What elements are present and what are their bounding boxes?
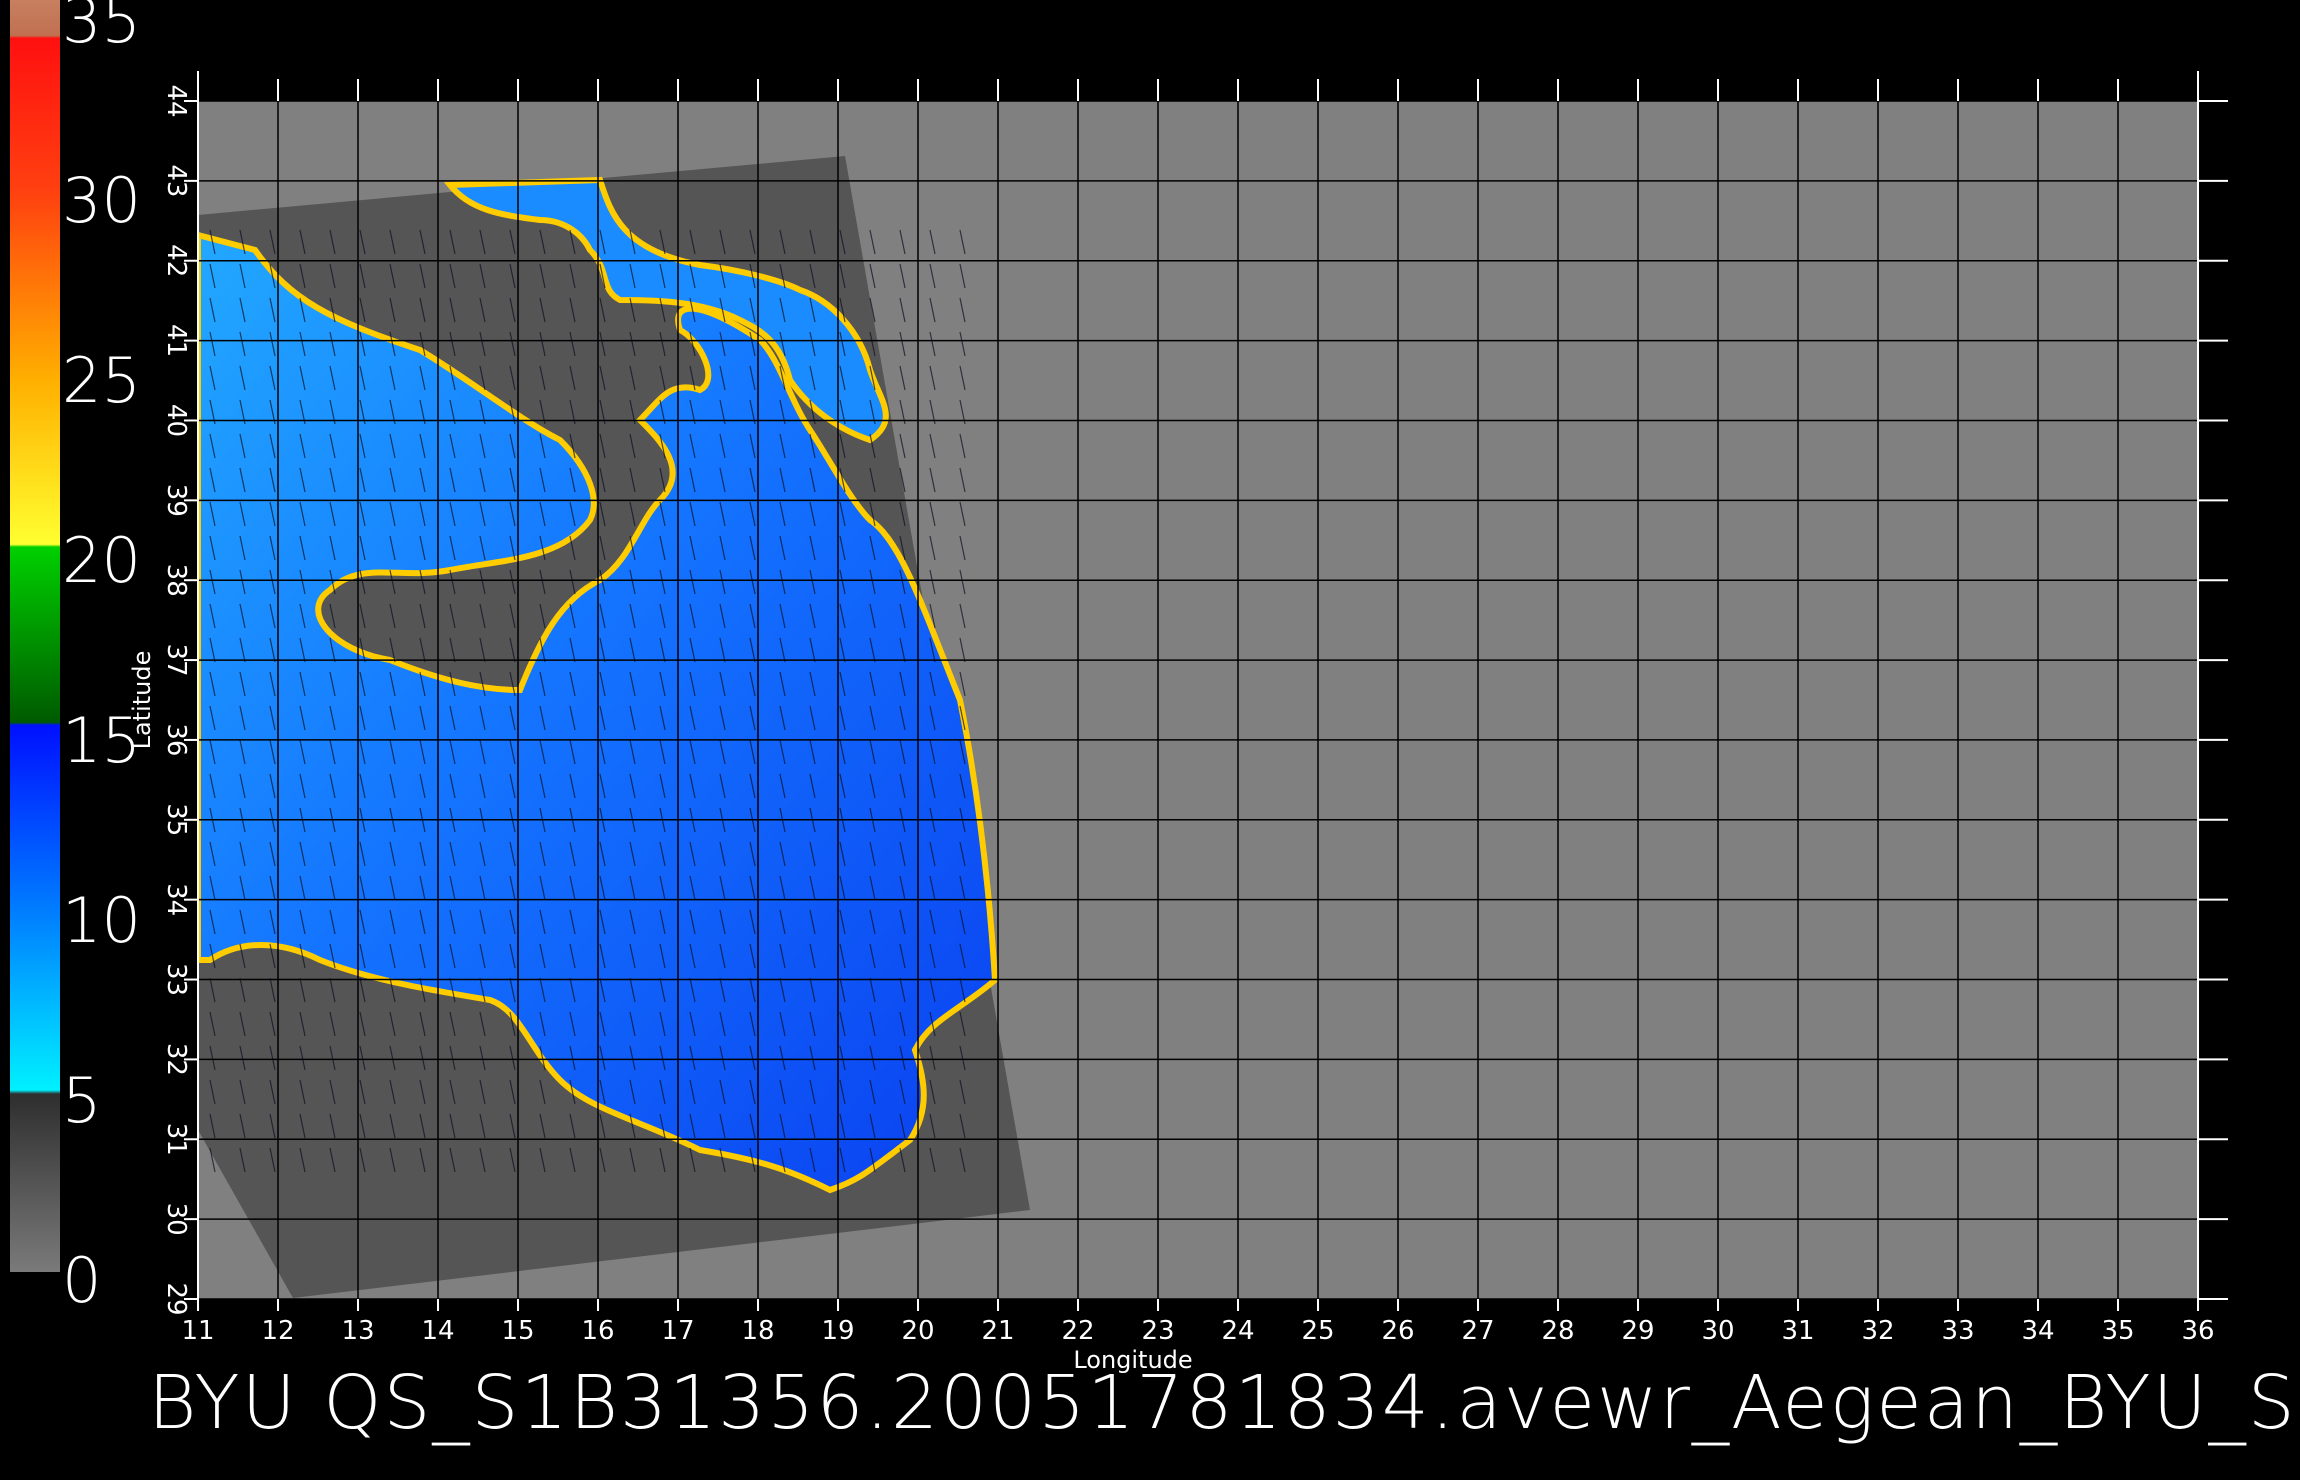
lon-tick-label: 36 [2181, 1316, 2214, 1346]
lon-tick-label: 22 [1061, 1316, 1094, 1346]
lon-tick-label: 12 [261, 1316, 294, 1346]
lat-tick-label: 36 [161, 723, 191, 756]
lat-tick-label: 42 [161, 244, 191, 277]
lat-tick-label: 44 [161, 84, 191, 117]
lat-tick-label: 39 [161, 484, 191, 517]
lat-tick-label: 43 [161, 164, 191, 197]
lon-tick-label: 32 [1861, 1316, 1894, 1346]
lon-tick-label: 23 [1141, 1316, 1174, 1346]
lon-tick-label: 33 [1941, 1316, 1974, 1346]
lon-tick-label: 26 [1381, 1316, 1414, 1346]
lon-tick-label: 15 [501, 1316, 534, 1346]
lon-tick-label: 35 [2101, 1316, 2134, 1346]
lat-tick-label: 35 [161, 803, 191, 836]
lon-tick-label: 25 [1301, 1316, 1334, 1346]
lon-tick-label: 24 [1221, 1316, 1254, 1346]
lat-tick-label: 38 [161, 564, 191, 597]
lat-tick-label: 31 [161, 1123, 191, 1156]
lat-tick-label: 41 [161, 324, 191, 357]
lon-tick-label: 17 [661, 1316, 694, 1346]
y-axis-title: Latitude [128, 651, 156, 750]
wind-map: 35302520151050 11 12 13 14 15 16 17 18 19 20 21 22 2… [10, 0, 2228, 1374]
colorbar-label: 10 [62, 884, 141, 957]
lat-tick-label: 37 [161, 644, 191, 677]
colorbar [10, 0, 60, 1272]
colorbar-label: 20 [62, 524, 141, 597]
lon-tick-label: 29 [1621, 1316, 1654, 1346]
lon-tick-label: 20 [901, 1316, 934, 1346]
lon-tick-label: 13 [341, 1316, 374, 1346]
lat-tick-label: 40 [161, 404, 191, 437]
lon-tick-label: 19 [821, 1316, 854, 1346]
colorbar-label: 5 [62, 1064, 101, 1137]
lat-tick-label: 32 [161, 1043, 191, 1076]
lon-tick-label: 18 [741, 1316, 774, 1346]
lon-tick-label: 27 [1461, 1316, 1494, 1346]
colorbar-label: 25 [62, 344, 141, 417]
lon-tick-label: 11 [181, 1316, 214, 1346]
lon-tick-label: 28 [1541, 1316, 1574, 1346]
colorbar-label: 0 [62, 1244, 101, 1317]
lon-tick-label: 14 [421, 1316, 454, 1346]
colorbar-label: 35 [62, 0, 141, 57]
lat-tick-label: 30 [161, 1203, 191, 1236]
lat-tick-label: 34 [161, 883, 191, 916]
lon-tick-label: 21 [981, 1316, 1014, 1346]
lat-tick-label: 33 [161, 963, 191, 996]
lon-tick-label: 31 [1781, 1316, 1814, 1346]
lon-tick-label: 34 [2021, 1316, 2054, 1346]
lon-tick-label: 30 [1701, 1316, 1734, 1346]
lon-tick-label: 16 [581, 1316, 614, 1346]
image-title: BYU QS_S1B31356.20051781834.avewr_Aegean… [148, 1360, 2300, 1446]
colorbar-label: 30 [62, 164, 141, 237]
lat-tick-label: 29 [161, 1282, 191, 1315]
